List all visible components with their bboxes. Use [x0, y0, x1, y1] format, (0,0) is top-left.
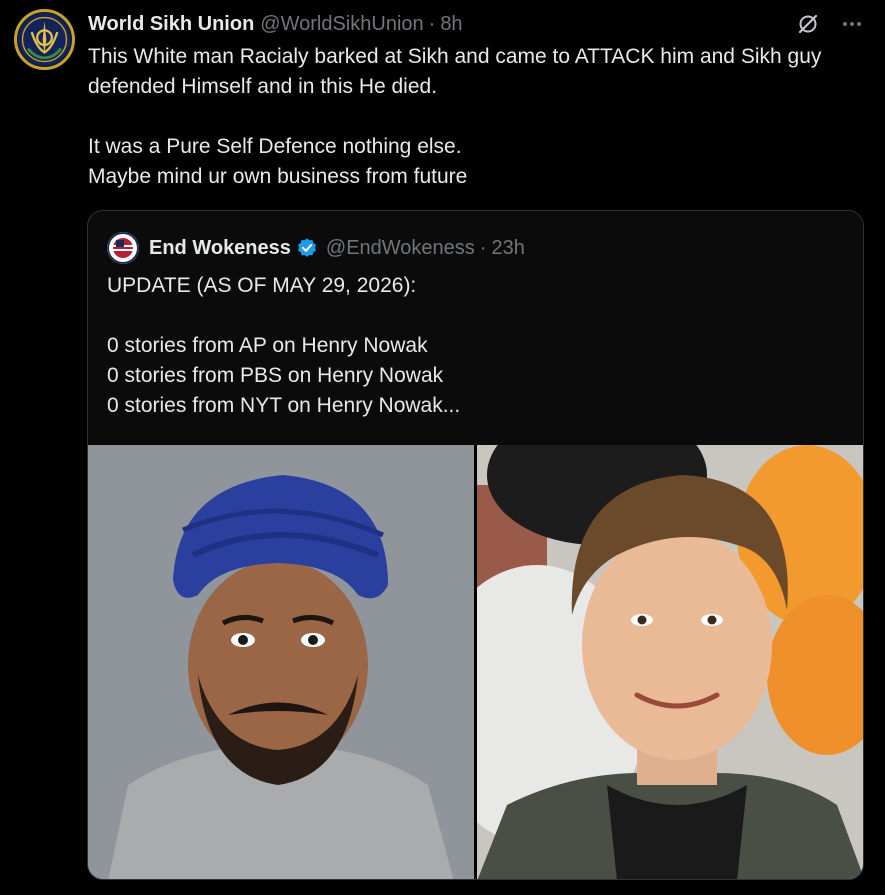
quoted-author-display-name: End Wokeness — [149, 236, 291, 259]
tweet-text: This White man Racialy barked at Sikh an… — [88, 45, 822, 188]
author-handle[interactable]: @WorldSikhUnion — [260, 13, 423, 36]
khanda-emblem-icon — [18, 13, 71, 66]
author-display-name[interactable]: World Sikh Union — [88, 13, 254, 36]
world-sikh-union-avatar[interactable] — [14, 9, 75, 70]
verified-badge-icon — [296, 237, 318, 259]
tweet[interactable]: World Sikh Union @WorldSikhUnion · 8h Th… — [0, 0, 885, 895]
patriot-badge-icon — [107, 232, 139, 264]
timestamp[interactable]: 8h — [440, 13, 462, 36]
quoted-tweet-text: UPDATE (AS OF MAY 29, 2026): 0 stories f… — [107, 274, 461, 417]
mugshot-photo[interactable] — [88, 445, 474, 879]
grok-icon[interactable] — [795, 11, 821, 37]
quoted-tweet-header: End Wokeness @EndWokeness · 23h — [107, 232, 525, 264]
quoted-timestamp: 23h — [491, 236, 525, 259]
quoted-media-grid — [88, 445, 863, 879]
quoted-tweet[interactable]: End Wokeness @EndWokeness · 23h UPDATE (… — [87, 210, 864, 880]
tweet-header-actions — [795, 10, 865, 38]
end-wokeness-avatar — [107, 232, 139, 264]
more-icon[interactable] — [839, 11, 865, 37]
portrait-photo[interactable] — [477, 445, 863, 879]
tweet-header: World Sikh Union @WorldSikhUnion · 8h — [88, 10, 865, 38]
quoted-author-handle: @EndWokeness — [325, 236, 475, 259]
separator-dot: · — [428, 12, 436, 35]
separator-dot: · — [479, 236, 487, 259]
